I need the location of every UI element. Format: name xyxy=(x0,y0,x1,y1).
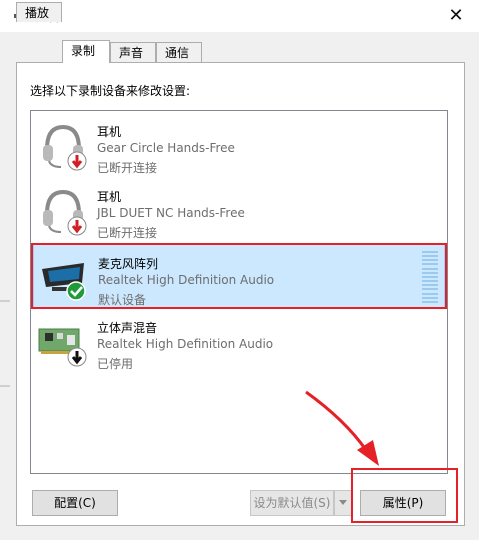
device-name: 麦克风阵列 xyxy=(98,257,159,271)
tab-playback[interactable]: 播放 xyxy=(16,2,62,22)
tab-sounds[interactable]: 声音 xyxy=(110,42,156,62)
device-item-headset-2[interactable]: 耳机 JBL DUET NC Hands-Free 已断开连接 xyxy=(33,178,445,242)
device-status: 已断开连接 xyxy=(97,226,158,240)
device-status: 已停用 xyxy=(97,357,134,371)
configure-button[interactable]: 配置(C) xyxy=(32,490,118,516)
device-status: 默认设备 xyxy=(98,293,147,307)
properties-button[interactable]: 属性(P) xyxy=(360,490,446,516)
device-name: 立体声混音 xyxy=(97,321,158,335)
device-item-stereo-mix[interactable]: 立体声混音 Realtek High Definition Audio 已停用 xyxy=(33,309,445,373)
device-item-headset-1[interactable]: 耳机 Gear Circle Hands-Free 已断开连接 xyxy=(33,113,445,177)
level-meter xyxy=(422,251,438,303)
device-description: Gear Circle Hands-Free xyxy=(97,141,235,155)
green-check-badge xyxy=(66,281,86,301)
close-button[interactable]: ✕ xyxy=(433,0,479,32)
headset-icon xyxy=(43,124,87,171)
device-name: 耳机 xyxy=(97,190,122,204)
tab-recording[interactable]: 录制 xyxy=(62,40,110,63)
device-list[interactable]: 耳机 Gear Circle Hands-Free 已断开连接 耳机 JBL D… xyxy=(30,110,448,474)
set-default-button[interactable]: 设为默认值(S) xyxy=(250,490,334,516)
device-description: Realtek High Definition Audio xyxy=(98,273,275,287)
background-divider xyxy=(0,385,10,387)
tab-communications[interactable]: 通信 xyxy=(156,42,202,62)
instruction-label: 选择以下录制设备来修改设置: xyxy=(30,84,191,98)
set-default-dropdown[interactable] xyxy=(334,490,352,516)
device-description: Realtek High Definition Audio xyxy=(97,337,274,351)
device-item-microphone-array[interactable]: 麦克风阵列 Realtek High Definition Audio 默认设备 xyxy=(33,244,445,308)
device-status: 已断开连接 xyxy=(97,161,158,175)
chevron-down-icon xyxy=(339,500,347,505)
title-bar: 声音 ✕ xyxy=(0,0,479,32)
microphone-array-icon xyxy=(42,263,86,301)
device-name: 耳机 xyxy=(97,125,122,139)
sound-card-icon xyxy=(38,328,87,367)
headset-icon xyxy=(43,189,87,236)
background-divider xyxy=(0,300,10,302)
device-description: JBL DUET NC Hands-Free xyxy=(97,206,245,220)
